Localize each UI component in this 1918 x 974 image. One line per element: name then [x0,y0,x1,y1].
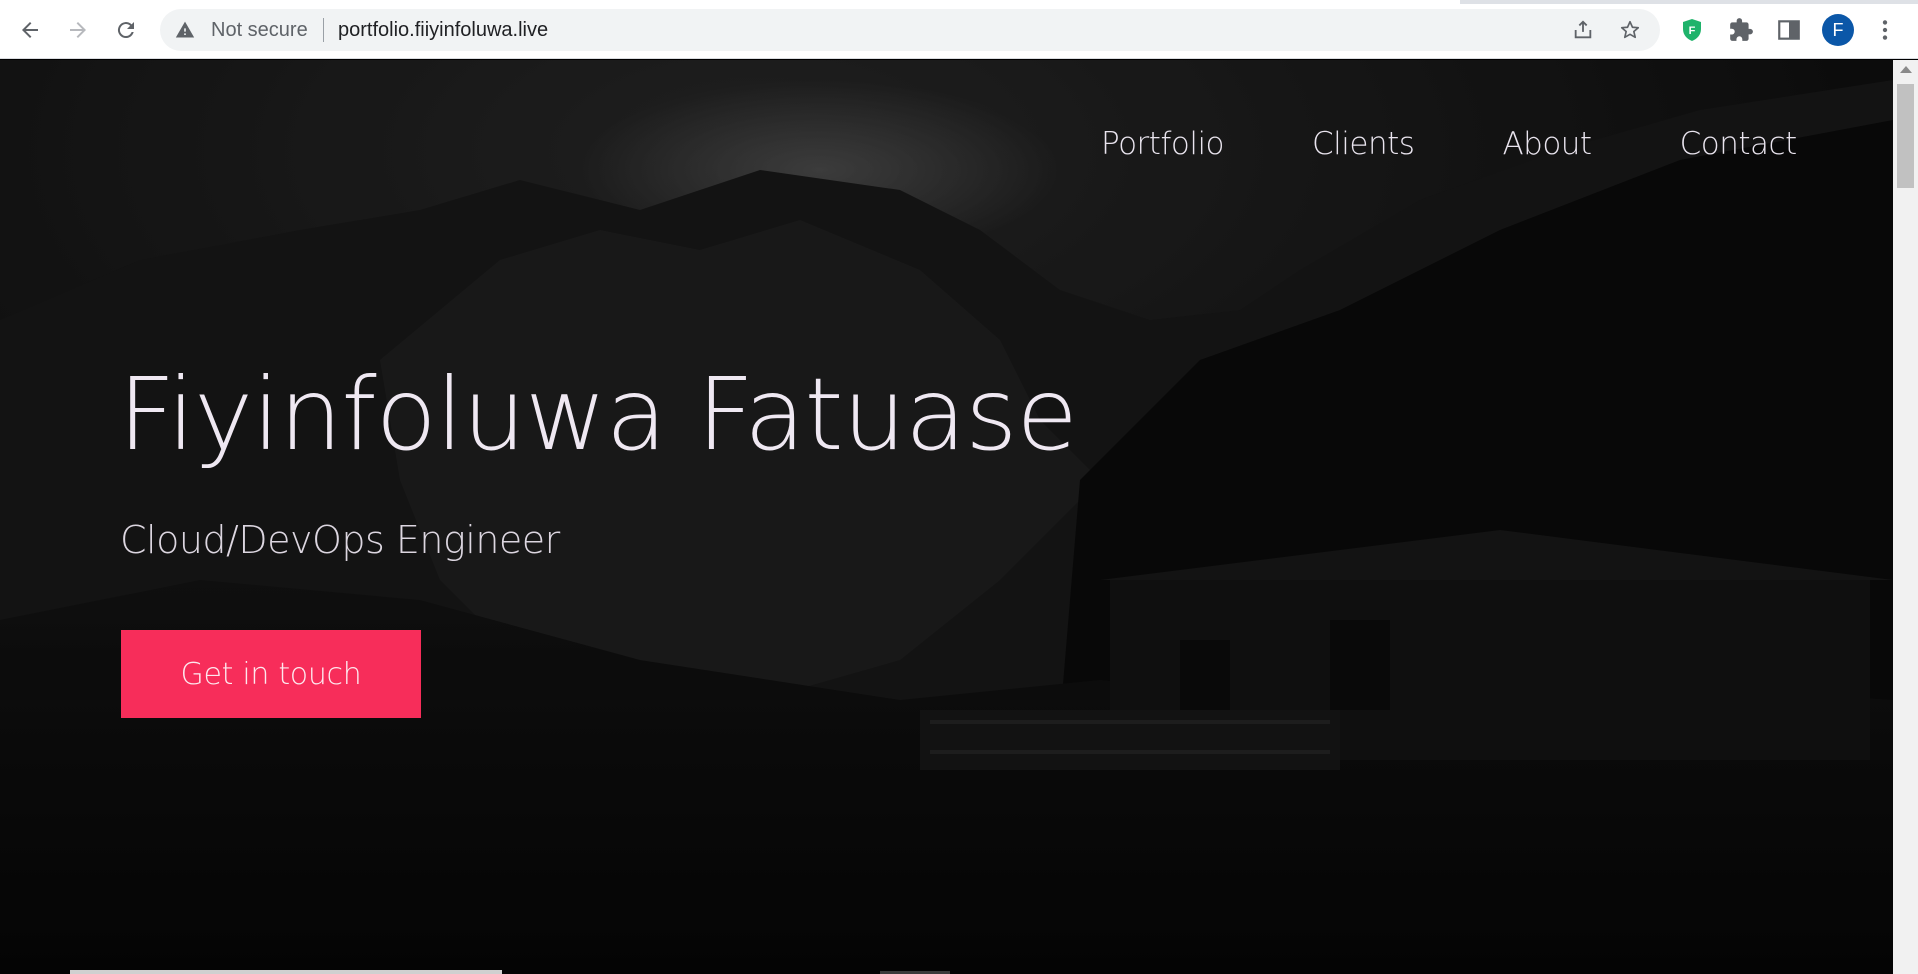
extension-shield-icon[interactable]: F [1679,17,1705,43]
hero-background-image [0,60,1893,974]
nav-link-portfolio[interactable]: Portfolio [1101,126,1225,162]
browser-toolbar: Not secure portfolio.fiiyinfoluwa.live F… [0,0,1918,59]
hero-role-subtitle: Cloud/DevOps Engineer [120,518,560,562]
site-nav: Portfolio Clients About Contact [1101,126,1797,162]
reload-icon[interactable] [106,10,146,50]
get-in-touch-button[interactable]: Get in touch [121,630,421,718]
horizontal-scroll-indicator [70,970,502,974]
nav-link-about[interactable]: About [1502,126,1592,162]
page-viewport: Portfolio Clients About Contact Fiyinfol… [0,60,1893,974]
star-icon[interactable] [1619,19,1641,41]
profile-avatar[interactable]: F [1822,14,1854,46]
security-status-label[interactable]: Not secure [211,19,308,42]
omnibox-separator [323,18,324,42]
url-text[interactable]: portfolio.fiiyinfoluwa.live [338,19,548,42]
scroll-up-arrow-icon[interactable] [1900,66,1912,73]
share-icon[interactable] [1572,19,1594,41]
tab-strip [0,0,1918,4]
warning-triangle-icon[interactable] [175,20,195,40]
svg-text:F: F [1689,25,1696,37]
nav-link-clients[interactable]: Clients [1312,126,1415,162]
nav-link-contact[interactable]: Contact [1680,126,1798,162]
hero-name-heading: Fiyinfoluwa Fatuase [118,356,1078,473]
forward-arrow-icon[interactable] [58,10,98,50]
address-bar[interactable]: Not secure portfolio.fiiyinfoluwa.live [160,9,1660,51]
scrollbar-thumb[interactable] [1897,84,1914,188]
kebab-menu-icon[interactable] [1872,17,1898,43]
vertical-scrollbar[interactable] [1893,60,1918,974]
back-arrow-icon[interactable] [10,10,50,50]
side-panel-icon[interactable] [1776,17,1802,43]
puzzle-icon[interactable] [1728,17,1754,43]
